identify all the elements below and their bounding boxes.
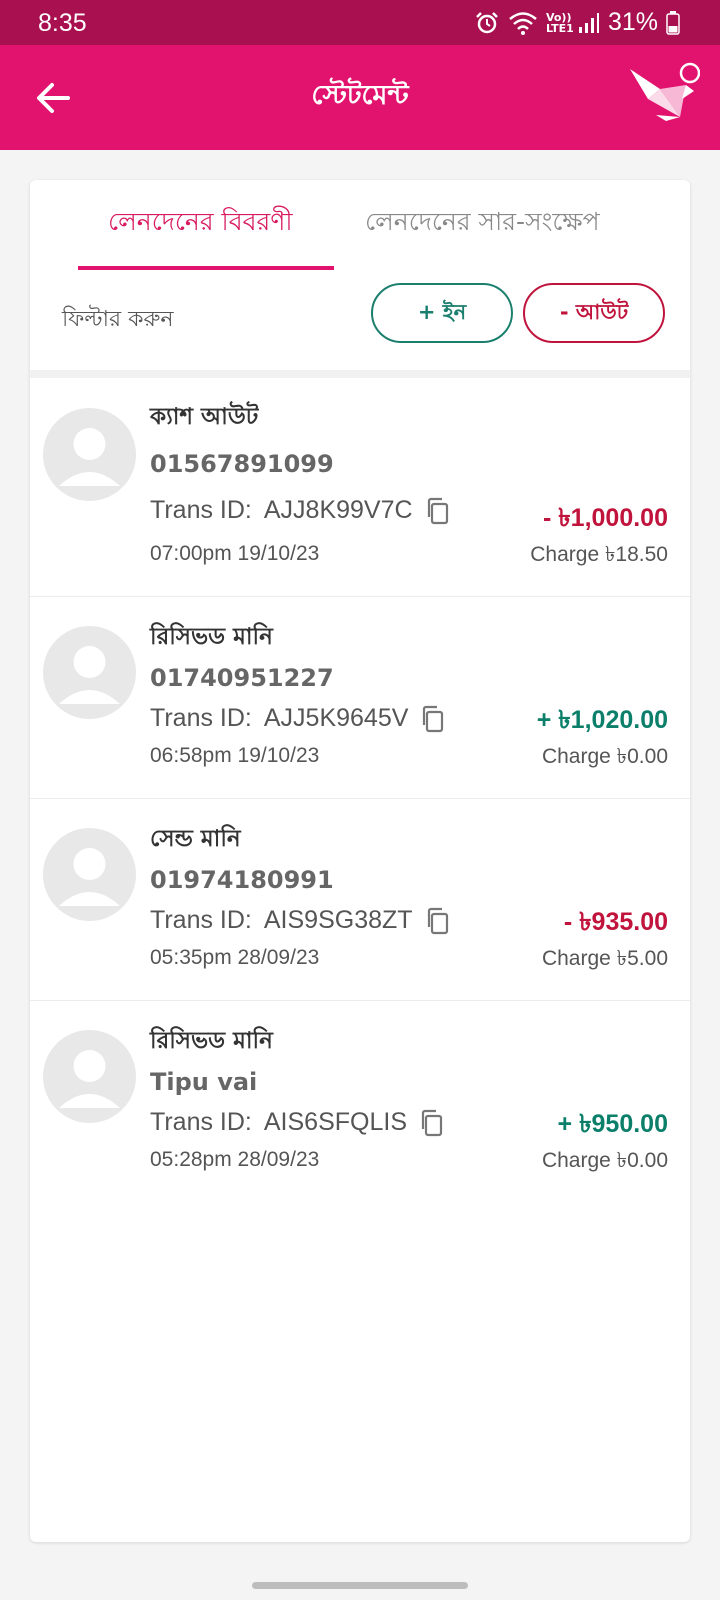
avatar-icon bbox=[43, 828, 136, 921]
trans-id-label: Trans ID: bbox=[150, 1108, 252, 1136]
avatar-icon bbox=[43, 408, 136, 501]
transaction-row[interactable]: ক্যাশ আউট 01567891099 Trans ID: AJJ8K99V… bbox=[30, 378, 690, 597]
trans-id-value: AIS6SFQLIS bbox=[263, 1108, 407, 1136]
transaction-time: 05:35pm 28/09/23 bbox=[150, 946, 320, 969]
battery-icon bbox=[666, 10, 680, 35]
transaction-amount: - ৳1,000.00 bbox=[542, 504, 668, 532]
bkash-logo-icon bbox=[630, 62, 700, 121]
home-indicator[interactable] bbox=[252, 1582, 468, 1589]
app-bar: স্টেটমেন্ট bbox=[0, 45, 720, 150]
tab-transaction-details[interactable]: লেনদেনের বিবরণী bbox=[108, 202, 293, 245]
transaction-time: 06:58pm 19/10/23 bbox=[150, 744, 320, 767]
filter-in-button[interactable]: + ইন bbox=[371, 283, 513, 343]
trans-id-label: Trans ID: bbox=[150, 496, 252, 524]
filter-label: ফিল্টার করুন bbox=[62, 307, 174, 332]
trans-id-label: Trans ID: bbox=[150, 906, 252, 934]
network-label: Vo)) LTE1 bbox=[545, 10, 574, 35]
battery-percent: 31% bbox=[607, 8, 658, 36]
transaction-amount: + ৳950.00 bbox=[557, 1110, 668, 1138]
transaction-party: 01740951227 bbox=[150, 664, 334, 692]
tab-bar: লেনদেনের বিবরণী লেনদেনের সার-সংক্ষেপ bbox=[30, 180, 690, 272]
transaction-type: রিসিভড মানি bbox=[150, 1028, 273, 1054]
trans-id: Trans ID: AJJ5K9645V bbox=[150, 704, 446, 733]
copy-icon[interactable] bbox=[425, 907, 451, 935]
trans-id-value: AIS9SG38ZT bbox=[263, 906, 413, 934]
transaction-party: 01567891099 bbox=[150, 450, 334, 478]
trans-id: Trans ID: AIS9SG38ZT bbox=[150, 906, 451, 935]
transaction-party: Tipu vai bbox=[150, 1068, 258, 1096]
transaction-party: 01974180991 bbox=[150, 866, 334, 894]
status-bar: 8:35 Vo)) LTE1 31% bbox=[0, 0, 720, 45]
active-tab-indicator bbox=[78, 266, 334, 270]
transaction-type: সেন্ড মানি bbox=[150, 826, 241, 852]
alarm-icon bbox=[476, 11, 498, 33]
trans-id-label: Trans ID: bbox=[150, 704, 252, 732]
page-title: স্টেটমেন্ট bbox=[311, 80, 409, 111]
tab-transaction-summary[interactable]: লেনদেনের সার-সংক্ষেপ bbox=[365, 202, 600, 245]
avatar-icon bbox=[43, 1030, 136, 1123]
copy-icon[interactable] bbox=[419, 1109, 445, 1137]
trans-id-value: AJJ5K9645V bbox=[263, 704, 409, 732]
trans-id-value: AJJ8K99V7C bbox=[263, 496, 413, 524]
statement-card: লেনদেনের বিবরণী লেনদেনের সার-সংক্ষেপ ফিল… bbox=[30, 180, 690, 1542]
transaction-row[interactable]: সেন্ড মানি 01974180991 Trans ID: AIS9SG3… bbox=[30, 798, 690, 1001]
divider bbox=[30, 370, 690, 378]
copy-icon[interactable] bbox=[420, 705, 446, 733]
trans-id: Trans ID: AJJ8K99V7C bbox=[150, 496, 451, 525]
copy-icon[interactable] bbox=[425, 497, 451, 525]
transaction-amount: - ৳935.00 bbox=[563, 908, 668, 936]
wifi-icon bbox=[509, 11, 537, 35]
transaction-time: 05:28pm 28/09/23 bbox=[150, 1148, 320, 1171]
transaction-charge: Charge ৳5.00 bbox=[541, 947, 668, 970]
signal-icon bbox=[578, 12, 599, 33]
transaction-charge: Charge ৳18.50 bbox=[530, 543, 668, 566]
transaction-charge: Charge ৳0.00 bbox=[541, 745, 668, 768]
transaction-row[interactable]: রিসিভড মানি 01740951227 Trans ID: AJJ5K9… bbox=[30, 596, 690, 799]
status-icons: Vo)) LTE1 31% bbox=[474, 8, 680, 37]
trans-id: Trans ID: AIS6SFQLIS bbox=[150, 1108, 445, 1137]
transaction-type: রিসিভড মানি bbox=[150, 624, 273, 650]
transaction-charge: Charge ৳0.00 bbox=[541, 1149, 668, 1172]
status-time: 8:35 bbox=[38, 9, 87, 37]
transaction-amount: + ৳1,020.00 bbox=[536, 706, 668, 734]
transaction-time: 07:00pm 19/10/23 bbox=[150, 542, 320, 565]
transaction-row[interactable]: রিসিভড মানি Tipu vai Trans ID: AIS6SFQLI… bbox=[30, 1000, 690, 1202]
avatar-icon bbox=[43, 626, 136, 719]
transaction-type: ক্যাশ আউট bbox=[150, 404, 259, 430]
filter-out-button[interactable]: - আউট bbox=[523, 283, 665, 343]
